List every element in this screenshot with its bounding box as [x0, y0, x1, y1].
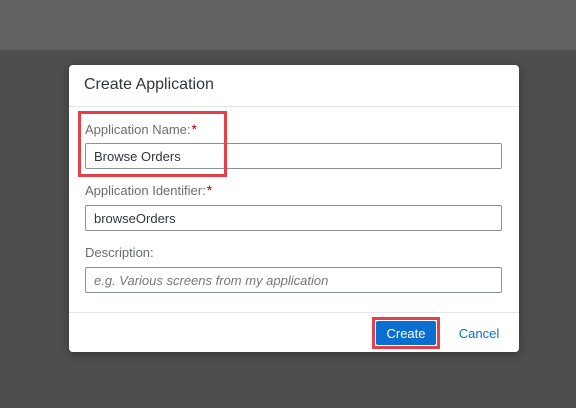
create-application-dialog: Create Application Application Name:* Ap… [69, 65, 519, 352]
app-header-bar [0, 0, 576, 50]
dialog-title: Create Application [84, 76, 214, 93]
dialog-footer: Create Cancel [69, 312, 519, 352]
description-label-text: Description: [85, 245, 154, 260]
dialog-header: Create Application [69, 65, 519, 107]
application-name-input[interactable] [85, 143, 502, 169]
application-identifier-label: Application Identifier:* [85, 182, 212, 198]
application-name-label-text: Application Name: [85, 122, 191, 137]
description-label: Description: [85, 245, 154, 260]
description-input[interactable] [85, 267, 502, 293]
application-identifier-label-text: Application Identifier: [85, 183, 206, 198]
required-marker: * [206, 182, 213, 198]
required-marker: * [191, 121, 197, 137]
create-button[interactable]: Create [376, 321, 436, 345]
cancel-button[interactable]: Cancel [450, 321, 508, 345]
application-identifier-input[interactable] [85, 205, 502, 231]
application-name-label: Application Name:* [85, 121, 197, 137]
